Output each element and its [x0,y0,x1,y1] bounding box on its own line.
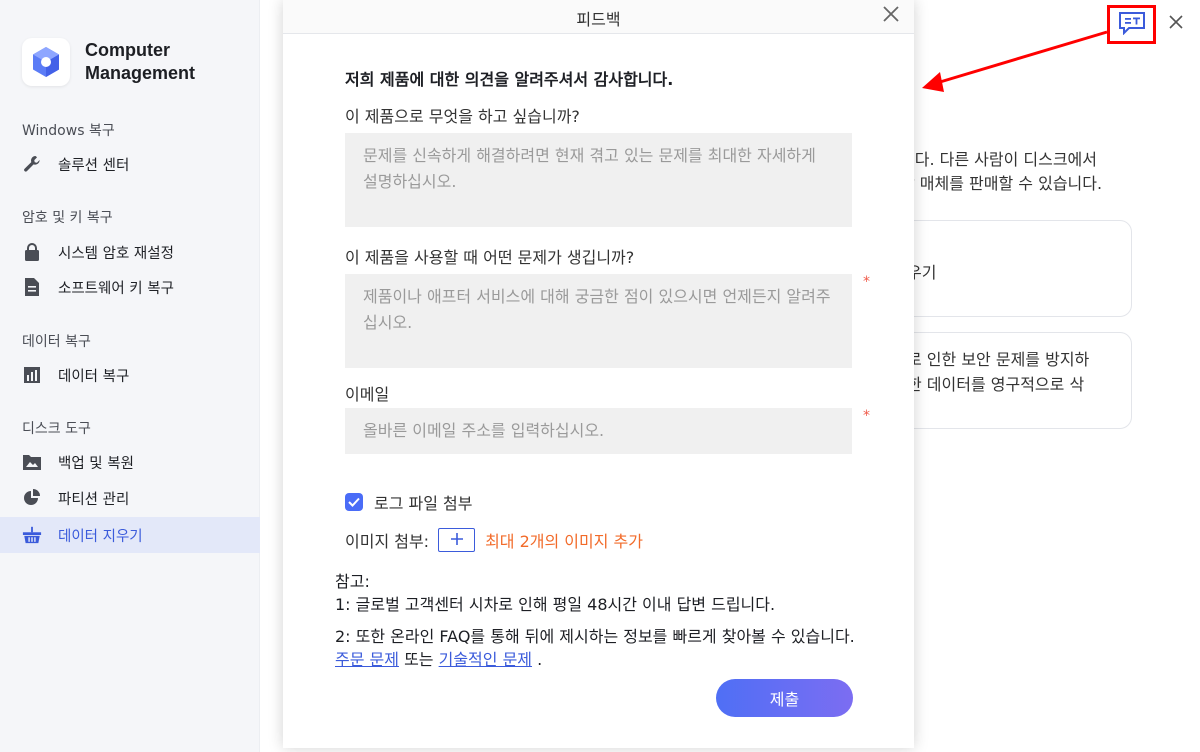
description-line-1: 니다. 다른 사람이 디스크에서 [900,150,1097,169]
sidebar-item-label: 데이터 지우기 [58,528,143,545]
sidebar-item-label: 시스템 암호 재설정 [58,245,174,262]
dialog-header: 피드백 [283,0,914,34]
section-title-password: 암호 및 키 복구 [22,210,113,226]
wrench-icon [22,154,42,174]
description-line-2: 장 매체를 판매할 수 있습니다. [900,174,1103,193]
document-icon [22,277,42,297]
attach-log-checkbox[interactable] [345,493,363,511]
sidebar-item-data-recovery[interactable]: 데이터 복구 [0,357,260,393]
section-title-windows: Windows 복구 [22,123,115,139]
sidebar-item-partition[interactable]: 파티션 관리 [0,480,260,516]
wipe-option-card-2[interactable]: 로 인한 보안 문제를 방지하 한 데이터를 영구적으로 삭 [880,332,1132,429]
lock-icon [22,242,42,262]
section-title-disk-tools: 디스크 도구 [22,421,91,437]
plus-icon [450,531,464,550]
submit-button[interactable]: 제출 [716,679,853,717]
email-label: 이메일 [345,385,390,404]
attach-image-row: 이미지 첨부: 최대 2개의 이미지 추가 [345,528,643,552]
card-description-line-2: 한 데이터를 영구적으로 삭 [907,375,1085,394]
attach-image-label: 이미지 첨부: [345,532,430,551]
question-2-label: 이 제품을 사용할 때 어떤 문제가 생깁니까? [345,248,635,267]
notes: 참고: 1: 글로벌 고객센터 시차로 인해 평일 48시간 이내 답변 드립니… [335,570,855,671]
card-description-line-1: 로 인한 보안 문제를 방지하 [907,350,1090,369]
app-name: Computer Management [85,39,195,85]
note-2-or: 또는 [404,650,434,669]
close-icon [883,6,899,26]
app-brand: Computer Management [22,38,195,86]
sidebar-item-label: 데이터 복구 [58,368,130,385]
basket-icon [22,525,42,545]
note-2-text: 2: 또한 온라인 FAQ를 통해 뒤에 제시하는 정보를 빠르게 찾아볼 수 … [335,627,855,646]
folder-image-icon [22,452,42,472]
section-title-data-recovery: 데이터 복구 [22,334,91,350]
feedback-button[interactable] [1107,5,1156,44]
sidebar-item-label: 파티션 관리 [58,491,130,508]
email-field[interactable]: 올바른 이메일 주소를 입력하십시오. [345,408,852,454]
question-1-textarea[interactable]: 문제를 신속하게 해결하려면 현재 겪고 있는 문제를 최대한 자세하게 설명하… [345,133,852,227]
dialog-close-button[interactable] [880,5,902,27]
question-1-label: 이 제품으로 무엇을 하고 싶습니까? [345,107,580,126]
sidebar: Computer Management Windows 복구 솔루션 센터 암호… [0,0,260,752]
add-image-button[interactable] [438,528,476,552]
pie-chart-icon [22,488,42,508]
attach-log-row: 로그 파일 첨부 [345,490,473,514]
technical-issue-link[interactable]: 기술적인 문제 [439,650,532,669]
order-issue-link[interactable]: 주문 문제 [335,650,399,669]
note-2: 2: 또한 온라인 FAQ를 통해 뒤에 제시하는 정보를 빠르게 찾아볼 수 … [335,625,855,671]
required-mark: * [863,274,870,290]
app-name-line1: Computer [85,40,170,60]
sidebar-item-backup-restore[interactable]: 백업 및 복원 [0,444,260,480]
attach-image-limit: 최대 2개의 이미지 추가 [485,532,643,551]
sidebar-item-software-key[interactable]: 소프트웨어 키 복구 [0,269,260,305]
close-icon [1168,14,1184,34]
notes-title: 참고: [335,572,370,591]
thanks-message: 저희 제품에 대한 의견을 알려주셔서 감사합니다. [345,70,674,89]
sidebar-item-label: 솔루션 센터 [58,157,130,174]
sidebar-item-solution-center[interactable]: 솔루션 센터 [0,146,260,182]
app-logo-icon [22,38,70,86]
sidebar-item-data-wipe[interactable]: 데이터 지우기 [0,517,260,553]
wipe-option-card-1[interactable]: 우기 [880,220,1132,317]
required-mark: * [863,408,870,424]
dialog-title: 피드백 [576,10,621,29]
feedback-dialog: 피드백 저희 제품에 대한 의견을 알려주셔서 감사합니다. 이 제품으로 무엇… [283,0,914,748]
app-name-line2: Management [85,63,196,83]
card-description: 로 인한 보안 문제를 방지하 한 데이터를 영구적으로 삭 [907,347,1089,397]
bar-chart-icon [22,365,42,385]
sidebar-item-label: 백업 및 복원 [58,455,134,472]
feedback-icon [1118,11,1146,39]
note-2-end: . [537,650,543,669]
sidebar-item-label: 소프트웨어 키 복구 [58,280,174,297]
sidebar-item-password-reset[interactable]: 시스템 암호 재설정 [0,234,260,270]
question-2-textarea[interactable]: 제품이나 애프터 서비스에 대해 궁금한 점이 있으시면 언제든지 알려주십시오… [345,274,852,368]
note-1: 1: 글로벌 고객센터 시차로 인해 평일 48시간 이내 답변 드립니다. [335,595,776,614]
attach-log-label: 로그 파일 첨부 [374,494,473,513]
window-close-button[interactable] [1162,10,1190,38]
